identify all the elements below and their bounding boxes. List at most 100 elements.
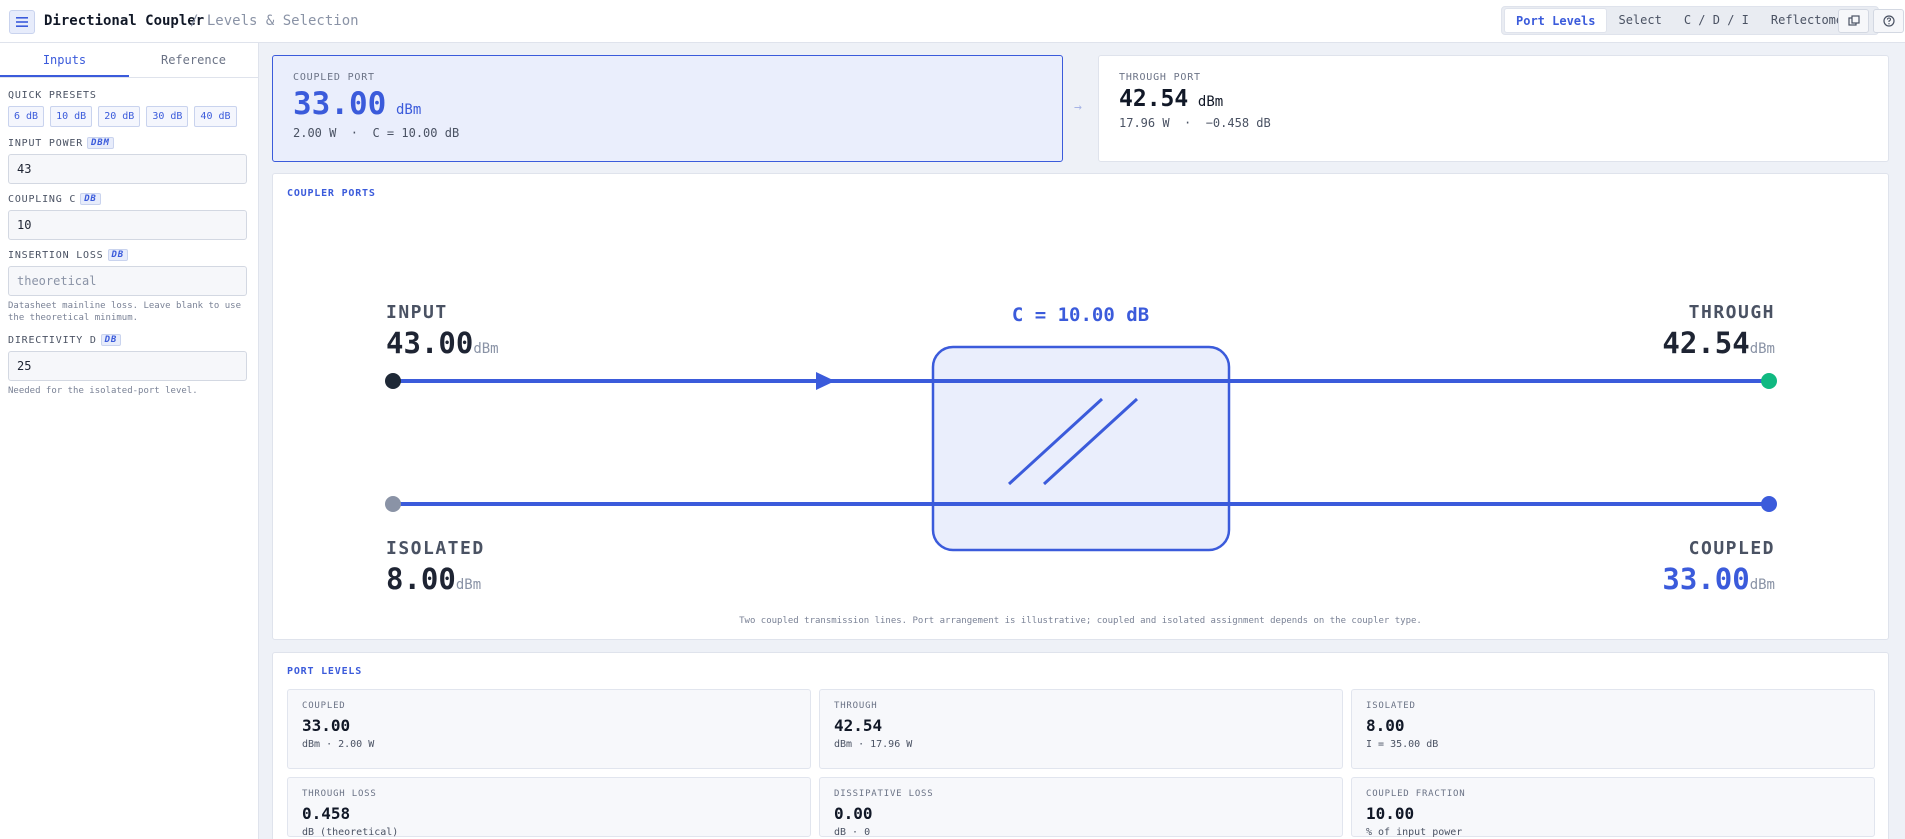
directivity-field[interactable] <box>8 351 247 381</box>
tile-through-loss-sub: dB (theoretical) <box>302 827 399 838</box>
through-port-unit: dBm <box>1197 94 1224 110</box>
isolated-port-dot <box>385 496 401 512</box>
tab-reference[interactable]: Reference <box>129 43 258 77</box>
tile-through-label: Through <box>834 701 878 711</box>
quick-presets-label: Quick Presets <box>8 90 97 101</box>
tile-dissipative-loss: Dissipative Loss 0.00 dB · 0 <box>819 777 1343 838</box>
coupled-port-readout: COUPLED 33.00dBm <box>1662 538 1775 596</box>
coupled-port-card: Coupled Port 33.00 dBm 2.00 W · C = 10.0… <box>272 55 1063 162</box>
tile-isolated: Isolated 8.00 I = 35.00 dB <box>1351 689 1875 769</box>
sidebar-tabs: Inputs Reference <box>0 43 258 78</box>
copy-button[interactable] <box>1838 9 1869 33</box>
directivity-unit: DB <box>100 334 122 346</box>
coupler-diagram <box>385 345 1777 552</box>
input-port-unit: dBm <box>473 341 499 357</box>
mode-cdi[interactable]: C / D / I <box>1673 8 1760 33</box>
tile-through-loss: Through Loss 0.458 dB (theoretical) <box>287 777 811 838</box>
app-title: Directional Coupler <box>44 13 205 29</box>
input-power-label: Input Power DBM <box>8 137 250 149</box>
breadcrumb: / Levels & Selection <box>190 13 359 29</box>
signal-direction-icon <box>816 372 835 390</box>
through-port-dot <box>1761 373 1777 389</box>
coupled-port-sub: 2.00 W · C = 10.00 dB <box>293 126 460 140</box>
preset-30db-button[interactable]: 30 dB <box>146 106 189 127</box>
isolated-port-unit: dBm <box>455 577 482 593</box>
insertion-loss-label: Insertion Loss DB <box>8 249 250 261</box>
coupled-port-value: 33.00 <box>293 86 387 122</box>
input-power-unit: DBM <box>87 137 114 149</box>
insertion-loss-unit: DB <box>107 249 128 261</box>
coupled-port-unit: dBm <box>395 102 422 118</box>
input-port-readout: INPUT 43.00dBm <box>386 302 499 360</box>
tile-through-loss-value: 0.458 <box>302 804 351 823</box>
insertion-loss-hint: Datasheet mainline loss. Leave blank to … <box>8 301 241 323</box>
preset-6db-button[interactable]: 6 dB <box>8 106 45 127</box>
tile-coupled-fraction-sub: % of input power <box>1366 827 1463 838</box>
input-port-name: INPUT <box>386 302 448 323</box>
preset-list: 6 dB 10 dB 20 dB 30 dB 40 dB <box>8 106 250 127</box>
insertion-loss-field[interactable] <box>8 266 247 296</box>
copy-icon <box>1847 15 1860 26</box>
tile-isolated-value: 8.00 <box>1366 716 1405 735</box>
sidebar: Inputs Reference Quick Presets 6 dB 10 d… <box>0 43 259 839</box>
tile-through-value: 42.54 <box>834 716 883 735</box>
coupled-port-diagram-value: 33.00 <box>1662 562 1750 596</box>
tile-isolated-sub: I = 35.00 dB <box>1366 739 1439 750</box>
tile-through-sub: dBm · 17.96 W <box>834 739 913 750</box>
tile-coupled-value: 33.00 <box>302 716 351 735</box>
coupled-port-dot <box>1761 496 1777 512</box>
coupled-port-label: Coupled Port <box>293 72 375 83</box>
mode-select[interactable]: Select <box>1607 8 1672 33</box>
tile-dissipative-loss-label: Dissipative Loss <box>834 789 934 799</box>
tab-inputs[interactable]: Inputs <box>0 43 129 77</box>
through-port-card: Through Port 42.54 dBm 17.96 W · −0.458 … <box>1098 55 1889 162</box>
tile-dissipative-loss-sub: dB · 0 <box>834 827 871 838</box>
tile-coupled-fraction: Coupled Fraction 10.00 % of input power <box>1351 777 1875 838</box>
preset-20db-button[interactable]: 20 dB <box>98 106 141 127</box>
coupling-label-text: Coupling C <box>8 193 77 205</box>
directivity-label-text: Directivity D <box>8 334 97 346</box>
through-port-label: Through Port <box>1119 72 1201 83</box>
tile-coupled-sub: dBm · 2.00 W <box>302 739 375 750</box>
help-icon <box>1882 15 1895 27</box>
isolated-port-readout: ISOLATED 8.00dBm <box>386 538 485 596</box>
coupling-value-label: C = 10.00 dB <box>1011 304 1150 326</box>
preset-40db-button[interactable]: 40 dB <box>194 106 237 127</box>
input-power-field[interactable] <box>8 154 247 184</box>
coupled-port-diagram-unit: dBm <box>1749 577 1775 593</box>
through-port-sub: 17.96 W · −0.458 dB <box>1119 116 1271 130</box>
isolated-port-value: 8.00 <box>386 562 456 596</box>
tile-through: Through 42.54 dBm · 17.96 W <box>819 689 1343 769</box>
tile-coupled: Coupled 33.00 dBm · 2.00 W <box>287 689 811 769</box>
isolated-port-name: ISOLATED <box>386 538 485 559</box>
tile-coupled-fraction-value: 10.00 <box>1366 804 1415 823</box>
help-button[interactable] <box>1873 9 1904 33</box>
input-port-value: 43.00 <box>386 326 474 360</box>
coupler-diagram-card: Coupler Ports C = 10.00 dB INPUT 43.00dB… <box>272 173 1889 640</box>
input-port-dot <box>385 373 401 389</box>
through-port-diagram-value: 42.54 <box>1662 326 1750 360</box>
tile-coupled-label: Coupled <box>302 701 346 711</box>
menu-button[interactable] <box>9 10 35 34</box>
tile-coupled-fraction-label: Coupled Fraction <box>1366 789 1466 799</box>
tile-through-loss-label: Through Loss <box>302 789 377 799</box>
port-levels-label: Port Levels <box>287 666 363 677</box>
hamburger-icon <box>16 17 28 27</box>
coupling-label: Coupling C DB <box>8 193 250 205</box>
directivity-label: Directivity D DB <box>8 334 250 346</box>
port-levels-card: Port Levels Coupled 33.00 dBm · 2.00 W T… <box>272 652 1889 839</box>
coupling-unit: DB <box>80 193 101 205</box>
mode-port-levels[interactable]: Port Levels <box>1504 8 1608 33</box>
through-port-name: THROUGH <box>1688 302 1775 323</box>
through-port-value: 42.54 <box>1119 86 1189 112</box>
insertion-loss-label-text: Insertion Loss <box>8 249 104 261</box>
coupling-field[interactable] <box>8 210 247 240</box>
tile-isolated-label: Isolated <box>1366 701 1416 711</box>
top-bar: Directional Coupler / Levels & Selection… <box>0 0 1905 43</box>
preset-10db-button[interactable]: 10 dB <box>50 106 93 127</box>
through-port-diagram-unit: dBm <box>1749 341 1775 357</box>
directivity-hint: Needed for the isolated-port level. <box>8 386 198 396</box>
diagram-caption: Two coupled transmission lines. Port arr… <box>739 616 1422 626</box>
arrow-right-icon: → <box>1074 100 1082 115</box>
through-port-readout: THROUGH 42.54dBm <box>1662 302 1775 360</box>
